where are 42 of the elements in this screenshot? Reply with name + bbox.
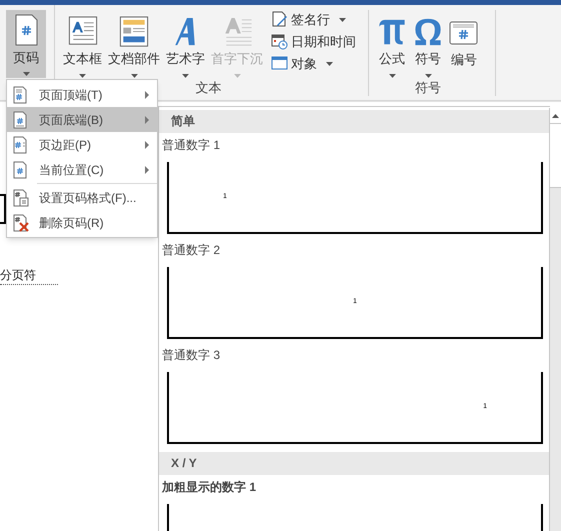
section-header: 简单 (159, 110, 550, 133)
ribbon-button[interactable]: 艺术字 (164, 10, 207, 78)
ribbon-button[interactable]: 日期和时间 (271, 32, 356, 51)
page-hash-icon (13, 160, 29, 178)
menu-item[interactable]: 当前位置(C) (7, 157, 157, 182)
window-icon (271, 55, 288, 72)
menu-item[interactable]: 页面底端(B) (7, 107, 157, 132)
page-hash-icon (13, 136, 29, 154)
menu-item[interactable]: 页面顶端(T) (7, 82, 157, 107)
scroll-up-icon (552, 114, 559, 118)
page-hash-icon (13, 86, 29, 104)
page-hash-icon (14, 14, 38, 46)
gallery-item-title: 普通数字 2 (161, 242, 222, 258)
page-table-icon (13, 188, 29, 206)
scroll-up-button[interactable] (550, 108, 561, 124)
scrollbar[interactable] (549, 108, 561, 531)
page-hash-icon (13, 110, 29, 128)
page-delete-icon (13, 214, 29, 232)
ribbon-button[interactable]: 公式 (375, 10, 409, 78)
menu-item[interactable]: 页边距(P) (7, 132, 157, 157)
group-label: 符号 (415, 80, 441, 96)
ribbon-button[interactable]: 编号 (447, 10, 481, 78)
section-header: X / Y (159, 452, 550, 475)
gallery-item-title: 加粗显示的数字 1 (160, 479, 258, 495)
ribbon-button[interactable]: 文档部件 (106, 10, 162, 78)
page-break-mark: 分页符 (0, 266, 58, 285)
pen-page-icon (271, 11, 288, 28)
gallery-item-title: 普通数字 3 (161, 347, 222, 363)
calendar-clock-icon (271, 33, 288, 50)
menu-item[interactable]: 删除页码(R) (7, 210, 157, 235)
scrollbar-thumb[interactable] (550, 124, 561, 188)
document-parts-icon (119, 16, 149, 48)
gallery-item-title: 普通数字 1 (161, 137, 222, 153)
ribbon-button[interactable]: 文本框 (61, 10, 104, 78)
ribbon-button[interactable]: 符号 (411, 10, 445, 78)
ribbon-button[interactable]: 签名行 (271, 10, 356, 29)
page-number-button[interactable]: 页码 (6, 10, 46, 78)
menu-item[interactable]: 设置页码格式(F)... (7, 185, 157, 210)
ribbon-button[interactable]: 对象 (271, 54, 356, 73)
omega-icon (413, 16, 443, 48)
group-label: 文本 (196, 80, 222, 96)
text-box-icon (68, 16, 98, 48)
